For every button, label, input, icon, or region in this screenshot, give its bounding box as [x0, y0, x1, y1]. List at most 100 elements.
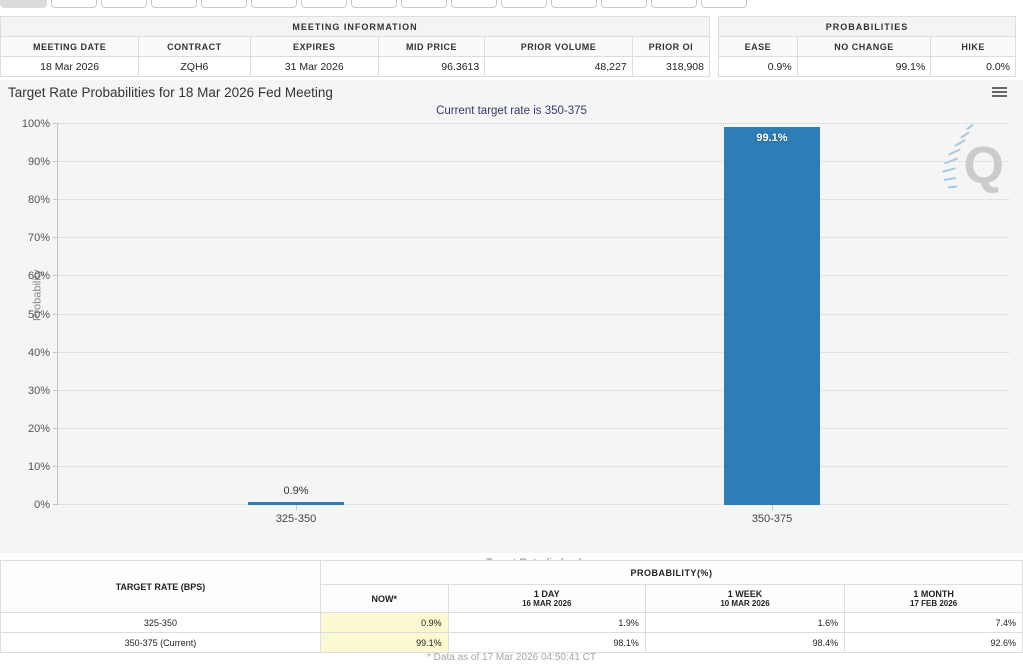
y-tick-mark — [53, 352, 58, 353]
x-tick-mark — [296, 505, 297, 510]
col-header-prior-volume: PRIOR VOLUME — [485, 37, 632, 57]
probabilities-title: PROBABILITIES — [719, 17, 1016, 37]
col-header-prior-oi: PRIOR OI — [632, 37, 709, 57]
top-tab[interactable] — [151, 0, 197, 8]
gridline — [58, 237, 1010, 238]
gridline — [58, 161, 1010, 162]
contract-value: ZQH6 — [139, 57, 250, 77]
rate-cell: 350-375 (Current) — [1, 633, 321, 653]
top-tab[interactable] — [451, 0, 497, 8]
history-col-1month: 1 MONTH17 FEB 2026 — [845, 585, 1023, 613]
top-tab[interactable] — [701, 0, 747, 8]
col-header-meeting-date: MEETING DATE — [1, 37, 139, 57]
gridline — [58, 123, 1010, 124]
bar-value-label: 0.9% — [248, 485, 344, 497]
y-tick-label: 60% — [2, 270, 50, 282]
y-tick-mark — [53, 275, 58, 276]
col-header-hike: HIKE — [931, 37, 1016, 57]
week-cell: 98.4% — [645, 633, 844, 653]
history-rate-header: TARGET RATE (BPS) — [1, 561, 321, 613]
gridline — [58, 428, 1010, 429]
top-tab[interactable] — [551, 0, 597, 8]
y-tick-mark — [53, 161, 58, 162]
history-group-header: PROBABILITY(%) — [320, 561, 1022, 585]
now-cell: 99.1% — [320, 633, 448, 653]
top-tab[interactable] — [401, 0, 447, 8]
y-tick-mark — [53, 428, 58, 429]
top-tab[interactable] — [651, 0, 697, 8]
y-tick-label: 80% — [2, 194, 50, 206]
week-cell: 1.6% — [645, 613, 844, 633]
expires-value: 31 Mar 2026 — [250, 57, 378, 77]
top-tab[interactable] — [101, 0, 147, 8]
meeting-information-table: MEETING INFORMATION MEETING DATE CONTRAC… — [0, 16, 710, 77]
top-tab[interactable] — [351, 0, 397, 8]
history-col-now: NOW* — [320, 585, 448, 613]
rate-cell: 325-350 — [1, 613, 321, 633]
chart-panel: Target Rate Probabilities for 18 Mar 202… — [0, 80, 1023, 553]
ease-value: 0.9% — [719, 57, 798, 77]
top-tab[interactable] — [251, 0, 297, 8]
y-tick-label: 100% — [2, 118, 50, 130]
col-header-ease: EASE — [719, 37, 798, 57]
gridline — [58, 466, 1010, 467]
day-cell: 98.1% — [448, 633, 645, 653]
table-row: 350-375 (Current) 99.1% 98.1% 98.4% 92.6… — [1, 633, 1023, 653]
chart-title: Target Rate Probabilities for 18 Mar 202… — [8, 85, 333, 100]
probabilities-table: PROBABILITIES EASE NO CHANGE HIKE 0.9% 9… — [718, 16, 1016, 77]
meeting-information-title: MEETING INFORMATION — [1, 17, 710, 37]
y-tick-label: 0% — [2, 499, 50, 511]
top-tab-bar — [0, 0, 1023, 8]
y-tick-mark — [53, 123, 58, 124]
gridline — [58, 390, 1010, 391]
plot-area: Probability Target Rate (in bps) 0%10%20… — [57, 124, 1010, 505]
y-tick-label: 90% — [2, 156, 50, 168]
meeting-information-panel: MEETING INFORMATION MEETING DATE CONTRAC… — [0, 16, 710, 77]
probabilities-panel: PROBABILITIES EASE NO CHANGE HIKE 0.9% 9… — [718, 16, 1016, 77]
history-table-panel: TARGET RATE (BPS) PROBABILITY(%) NOW* 1 … — [0, 560, 1023, 653]
col-header-no-change: NO CHANGE — [797, 37, 931, 57]
y-tick-label: 70% — [2, 232, 50, 244]
top-tab[interactable] — [201, 0, 247, 8]
month-cell: 92.6% — [845, 633, 1023, 653]
y-tick-label: 10% — [2, 461, 50, 473]
y-tick-label: 20% — [2, 423, 50, 435]
gridline — [58, 199, 1010, 200]
prior-volume-value: 48,227 — [485, 57, 632, 77]
hike-value: 0.0% — [931, 57, 1016, 77]
top-tab[interactable] — [51, 0, 97, 8]
month-cell: 7.4% — [845, 613, 1023, 633]
history-col-1day: 1 DAY16 MAR 2026 — [448, 585, 645, 613]
y-tick-mark — [53, 390, 58, 391]
top-tab[interactable] — [301, 0, 347, 8]
y-tick-mark — [53, 466, 58, 467]
history-col-1week: 1 WEEK10 MAR 2026 — [645, 585, 844, 613]
x-tick-mark — [772, 505, 773, 510]
meeting-date-value: 18 Mar 2026 — [1, 57, 139, 77]
y-tick-mark — [53, 199, 58, 200]
probability-bar[interactable]: 99.1% — [724, 127, 820, 505]
top-tab[interactable] — [501, 0, 547, 8]
gridline — [58, 504, 1010, 505]
x-category-label: 325-350 — [226, 513, 366, 525]
y-tick-mark — [53, 237, 58, 238]
col-header-contract: CONTRACT — [139, 37, 250, 57]
now-cell: 0.9% — [320, 613, 448, 633]
prior-oi-value: 318,908 — [632, 57, 709, 77]
top-tab[interactable] — [601, 0, 647, 8]
bar-value-label: 99.1% — [724, 132, 820, 144]
x-category-label: 350-375 — [702, 513, 842, 525]
chart-subtitle: Current target rate is 350-375 — [0, 105, 1023, 117]
mid-price-value: 96.3613 — [378, 57, 484, 77]
y-tick-label: 30% — [2, 385, 50, 397]
gridline — [58, 352, 1010, 353]
y-tick-mark — [53, 314, 58, 315]
col-header-expires: EXPIRES — [250, 37, 378, 57]
gridline — [58, 314, 1010, 315]
col-header-mid-price: MID PRICE — [378, 37, 484, 57]
top-tab[interactable] — [0, 0, 47, 8]
hamburger-menu-icon[interactable] — [992, 87, 1007, 98]
top-tab-strip — [0, 0, 1023, 8]
day-cell: 1.9% — [448, 613, 645, 633]
y-tick-label: 50% — [2, 309, 50, 321]
